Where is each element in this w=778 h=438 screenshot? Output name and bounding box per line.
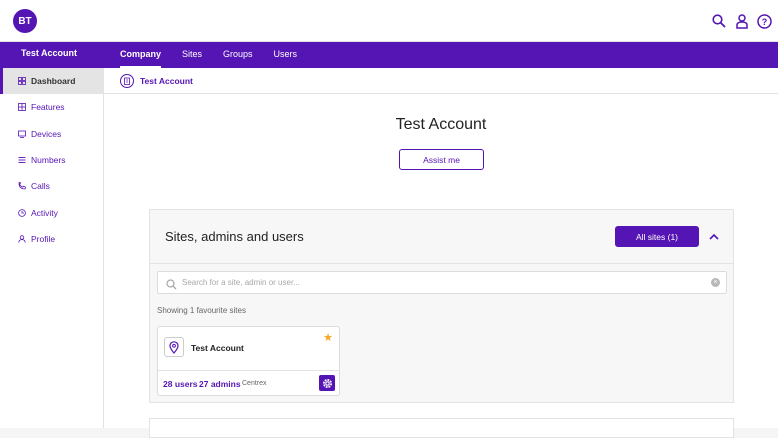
sidebar-item-features[interactable]: Features [0, 94, 103, 120]
sidebar-item-numbers[interactable]: Numbers [0, 147, 103, 173]
features-icon [17, 103, 26, 112]
site-card-footer: 28 users 27 admins Centrex [158, 370, 339, 395]
sidebar-item-profile[interactable]: Profile [0, 226, 103, 252]
bt-logo[interactable]: BT [13, 9, 37, 33]
sidebar-item-label: Activity [31, 207, 58, 218]
site-type: Centrex [242, 380, 267, 387]
svg-text:?: ? [762, 17, 768, 27]
breadcrumb-label[interactable]: Test Account [140, 76, 193, 86]
site-card[interactable]: Test Account ★ 28 users 27 admins Centre… [157, 326, 340, 396]
site-name[interactable]: Test Account [191, 343, 244, 353]
sidebar-item-activity[interactable]: Activity [0, 199, 103, 225]
tab-groups[interactable]: Groups [223, 42, 253, 68]
page-title: Test Account [395, 116, 487, 133]
tab-sites[interactable]: Sites [182, 42, 202, 68]
users-count-link[interactable]: 28 users [163, 379, 198, 389]
building-icon [120, 74, 134, 88]
search-box: × [157, 271, 727, 294]
top-bar: BT ? [0, 0, 778, 42]
sidebar-item-label: Calls [31, 181, 50, 192]
sidebar-item-label: Features [31, 102, 65, 113]
dashboard-icon [17, 77, 26, 86]
breadcrumb: Test Account [104, 68, 778, 94]
assist-me-button[interactable]: Assist me [399, 149, 484, 170]
location-pin-icon [164, 337, 184, 357]
sidebar-item-dashboard[interactable]: Dashboard [0, 68, 103, 95]
favourite-star-icon[interactable]: ★ [323, 331, 333, 344]
search-input[interactable] [182, 275, 702, 290]
all-sites-button[interactable]: All sites (1) [615, 226, 699, 247]
sidebar-item-calls[interactable]: Calls [0, 173, 103, 199]
search-icon[interactable] [711, 12, 726, 30]
tab-company[interactable]: Company [120, 42, 162, 68]
sidebar-item-label: Profile [31, 233, 56, 244]
panel-header: Sites, admins and users All sites (1) [150, 210, 733, 264]
sidebar-item-label: Dashboard [31, 76, 76, 87]
gear-icon[interactable] [319, 375, 335, 391]
admins-count-link[interactable]: 27 admins [199, 379, 241, 389]
account-name[interactable]: Test Account [21, 48, 77, 58]
chevron-up-icon[interactable] [707, 229, 721, 243]
sidebar: Dashboard Features Devices Numbers Calls… [0, 68, 104, 428]
devices-icon [17, 129, 26, 138]
tab-users[interactable]: Users [274, 42, 298, 68]
sidebar-item-label: Devices [31, 128, 62, 139]
activity-icon [17, 208, 26, 217]
showing-count: Showing 1 favourite sites [157, 306, 246, 315]
panel-title: Sites, admins and users [165, 229, 304, 244]
main-nav: Test Account Company Sites Groups Users [0, 42, 778, 68]
secondary-panel [149, 418, 734, 438]
main-content: Test Account Assist me Sites, admins and… [104, 94, 778, 438]
profile-icon [17, 234, 26, 243]
sidebar-item-label: Numbers [31, 155, 66, 166]
search-icon [166, 277, 177, 295]
calls-icon [17, 182, 26, 191]
help-icon[interactable]: ? [757, 12, 772, 30]
sidebar-item-devices[interactable]: Devices [0, 121, 103, 147]
user-icon[interactable] [734, 12, 749, 30]
sites-panel: Sites, admins and users All sites (1) × … [149, 209, 734, 403]
clear-icon[interactable]: × [711, 278, 720, 287]
numbers-icon [17, 156, 26, 165]
